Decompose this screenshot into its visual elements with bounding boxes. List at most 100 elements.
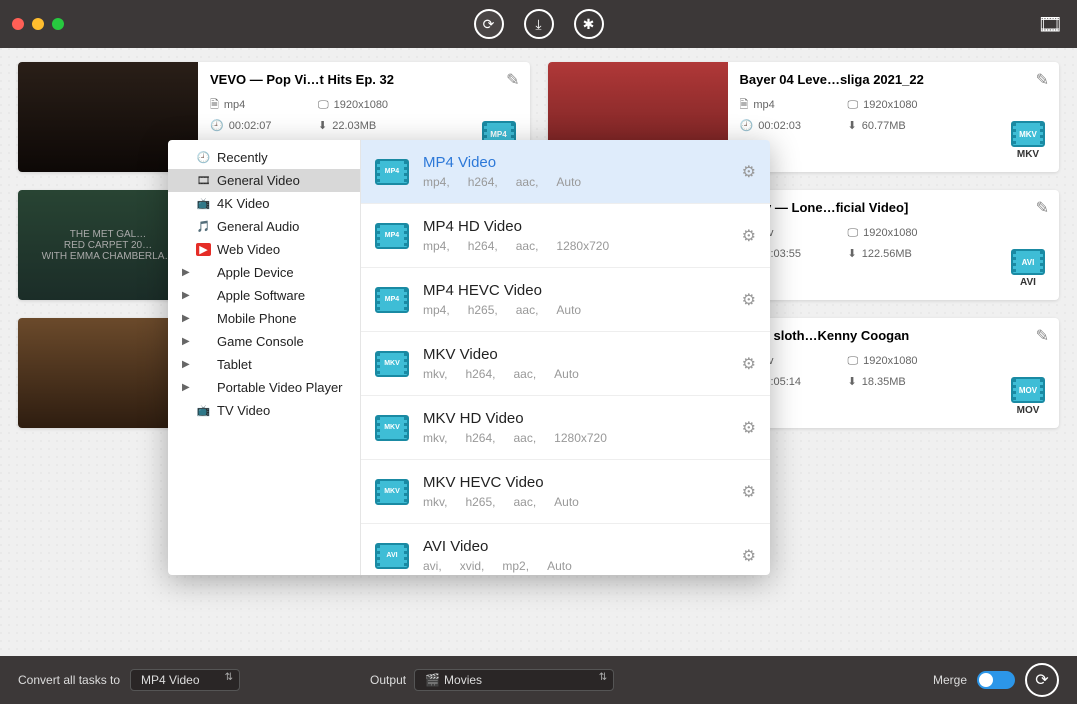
convert-tab-icon[interactable]: ⟳ [474, 9, 504, 39]
format-settings-icon[interactable]: ⚙ [742, 290, 756, 310]
category-icon: ▶ [196, 243, 211, 256]
convert-all-label: Convert all tasks to [18, 673, 120, 687]
output-format-button[interactable]: MOV MOV [1011, 377, 1045, 416]
format-settings-icon[interactable]: ⚙ [742, 546, 756, 566]
footer-bar: Convert all tasks to MP4 Video Output 🎬M… [0, 656, 1077, 704]
sidebar-item-web-video[interactable]: ▶ Web Video [168, 238, 360, 261]
sidebar-item-tv-video[interactable]: 📺TV Video [168, 399, 360, 422]
format-settings-icon[interactable]: ⚙ [742, 418, 756, 438]
category-icon: 🎞 [196, 174, 211, 187]
category-icon [196, 312, 211, 325]
format-name: MP4 Video [423, 154, 742, 171]
sidebar-item-mobile-phone[interactable]: ▶Mobile Phone [168, 307, 360, 330]
edit-icon[interactable]: ✎ [1036, 198, 1049, 218]
sidebar-item-apple-software[interactable]: ▶ Apple Software [168, 284, 360, 307]
sidebar-item-label: 4K Video [217, 196, 270, 211]
format-option-mkv-video[interactable]: MKV MKV Video mkv,h264,aac,Auto ⚙ [361, 332, 770, 396]
category-icon [196, 289, 211, 302]
format-badge-label: MOV [1011, 405, 1045, 416]
output-format-button[interactable]: AVI AVI [1011, 249, 1045, 288]
category-icon [196, 358, 211, 371]
category-icon [196, 335, 211, 348]
sidebar-item-apple-device[interactable]: ▶Apple Device [168, 261, 360, 284]
format-settings-icon[interactable]: ⚙ [742, 162, 756, 182]
download-tab-icon[interactable]: ⤓ [524, 9, 554, 39]
sidebar-item-label: Game Console [217, 334, 304, 349]
format-icon: MP4 [375, 287, 409, 313]
format-option-mp4-video[interactable]: MP4 MP4 Video mp4,h264,aac,Auto ⚙ [361, 140, 770, 204]
convert-all-format-select[interactable]: MP4 Video [130, 669, 240, 691]
format-list: MP4 MP4 Video mp4,h264,aac,Auto ⚙MP4 MP4… [361, 140, 770, 575]
format-option-mkv-hevc-video[interactable]: MKV MKV HEVC Video mkv,h265,aac,Auto ⚙ [361, 460, 770, 524]
task-meta: 🗎mkv 🖵1920x1080 🕘00:05:14 ⬇18.35MB [740, 351, 1048, 393]
expand-arrow-icon: ▶ [182, 290, 190, 301]
duration-icon: 🕘 [210, 116, 224, 137]
format-name: MP4 HEVC Video [423, 282, 742, 299]
format-name: MKV HEVC Video [423, 474, 742, 491]
format-option-mp4-hevc-video[interactable]: MP4 MP4 HEVC Video mp4,h265,aac,Auto ⚙ [361, 268, 770, 332]
expand-arrow-icon: ▶ [182, 359, 190, 370]
task-meta: 🗎mp4 🖵1920x1080 🕘00:02:03 ⬇60.77MB [740, 95, 1048, 137]
expand-arrow-icon: ▶ [182, 336, 190, 347]
sidebar-item-label: Web Video [217, 242, 280, 257]
media-library-icon[interactable]: 🎞 [1038, 12, 1063, 37]
format-name: MKV HD Video [423, 410, 742, 427]
format-icon: MKV [375, 351, 409, 377]
filesize: 122.56MB [862, 244, 912, 265]
filesize-icon: ⬇ [318, 116, 327, 137]
title-bar: ⟳ ⤓ ✱ 🎞 [0, 0, 1077, 48]
category-icon: 🎵 [196, 220, 211, 233]
window-controls [12, 18, 64, 30]
merge-toggle[interactable] [977, 671, 1015, 689]
sidebar-item-tablet[interactable]: ▶Tablet [168, 353, 360, 376]
edit-icon[interactable]: ✎ [1036, 326, 1049, 346]
format-option-avi-video[interactable]: AVI AVI Video avi,xvid,mp2,Auto ⚙ [361, 524, 770, 575]
format-chooser-popup: 🕘Recently🎞General Video 📺 4K Video 🎵General… [168, 140, 770, 575]
format-settings-icon[interactable]: ⚙ [742, 482, 756, 502]
output-folder-select[interactable]: 🎬Movies [414, 669, 614, 691]
sidebar-item-general-video[interactable]: 🎞General Video [168, 169, 360, 192]
zoom-window-button[interactable] [52, 18, 64, 30]
format-badge-label: MKV [1011, 149, 1045, 160]
sidebar-item-portable-video-player[interactable]: ▶Portable Video Player [168, 376, 360, 399]
toolbox-tab-icon[interactable]: ✱ [574, 9, 604, 39]
start-convert-button[interactable]: ⟳ [1025, 663, 1059, 697]
close-window-button[interactable] [12, 18, 24, 30]
sidebar-item-general-audio[interactable]: 🎵General Audio [168, 215, 360, 238]
resolution-icon: 🖵 [848, 351, 859, 372]
edit-icon[interactable]: ✎ [1036, 70, 1049, 90]
sidebar-item-label: Apple Device [217, 265, 294, 280]
file-ext: mp4 [753, 95, 774, 116]
format-icon: MKV [375, 415, 409, 441]
format-name: MKV Video [423, 346, 742, 363]
sidebar-item-label: Apple Software [217, 288, 305, 303]
resolution-icon: 🖵 [848, 95, 859, 116]
format-icon: AVI [375, 543, 409, 569]
sidebar-item-4k-video[interactable]: 📺 4K Video [168, 192, 360, 215]
format-icon: MKV [375, 479, 409, 505]
minimize-window-button[interactable] [32, 18, 44, 30]
sidebar-item-recently[interactable]: 🕘Recently [168, 146, 360, 169]
format-specs: mp4,h264,aac,1280x720 [423, 239, 742, 253]
format-option-mp4-hd-video[interactable]: MP4 MP4 HD Video mp4,h264,aac,1280x720 ⚙ [361, 204, 770, 268]
format-settings-icon[interactable]: ⚙ [742, 226, 756, 246]
sidebar-item-game-console[interactable]: ▶ Game Console [168, 330, 360, 353]
edit-icon[interactable]: ✎ [506, 70, 519, 90]
output-format-button[interactable]: MKV MKV [1011, 121, 1045, 160]
mode-tabs: ⟳ ⤓ ✱ [474, 9, 604, 39]
task-title: Baby — Lone…ficial Video] [740, 200, 1048, 215]
resolution-icon: 🖵 [848, 223, 859, 244]
duration-icon: 🕘 [740, 116, 754, 137]
format-option-mkv-hd-video[interactable]: MKV MKV HD Video mkv,h264,aac,1280x720 ⚙ [361, 396, 770, 460]
format-settings-icon[interactable]: ⚙ [742, 354, 756, 374]
category-icon: 📺 [196, 197, 211, 210]
expand-arrow-icon: ▶ [182, 382, 190, 393]
format-specs: mkv,h264,aac,Auto [423, 367, 742, 381]
filesize-icon: ⬇ [848, 244, 857, 265]
category-icon [196, 381, 211, 394]
format-specs: mp4,h265,aac,Auto [423, 303, 742, 317]
task-title: Bayer 04 Leve…sliga 2021_22 [740, 72, 1048, 87]
category-icon [196, 266, 211, 279]
format-specs: mkv,h264,aac,1280x720 [423, 431, 742, 445]
duration: 00:02:03 [758, 116, 801, 137]
